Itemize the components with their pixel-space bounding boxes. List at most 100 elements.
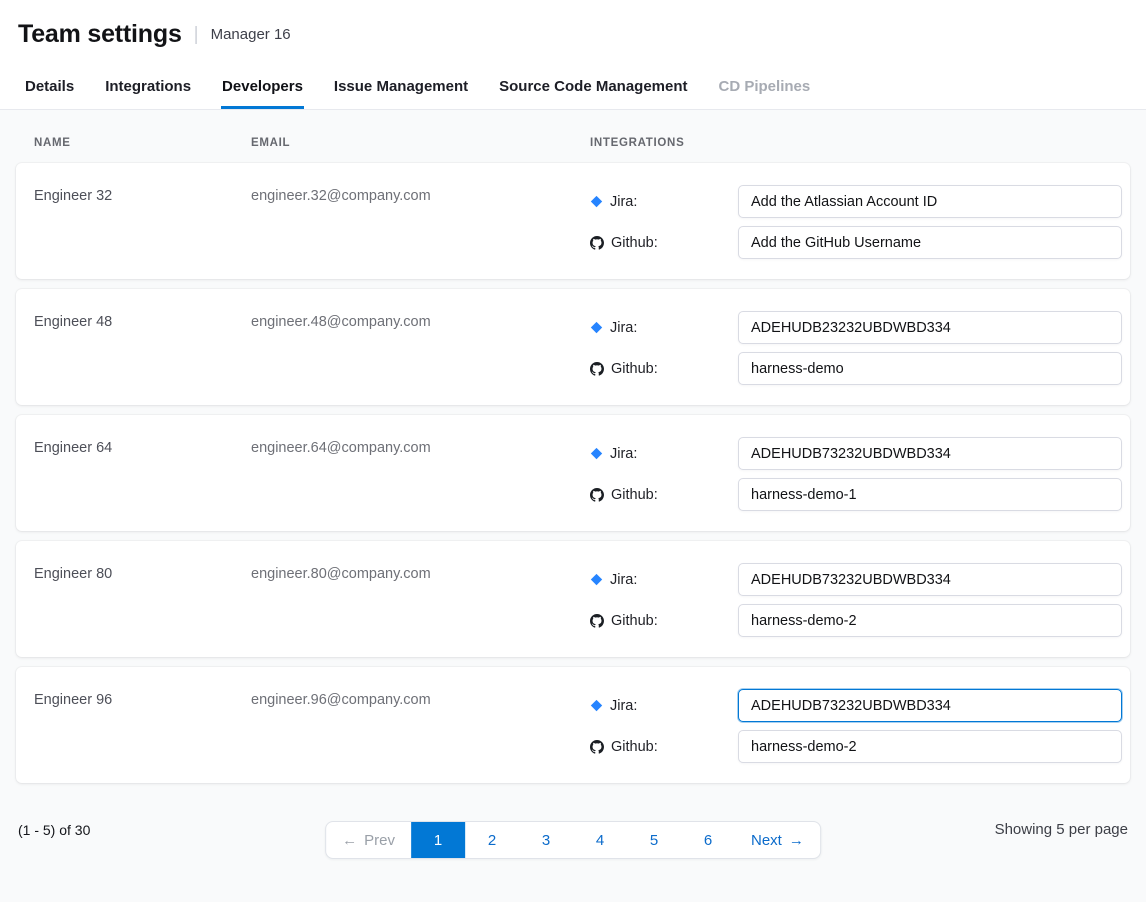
developer-name: Engineer 32	[16, 185, 251, 204]
jira-label: Jira:	[590, 446, 738, 462]
github-integration-row: Github:	[590, 478, 1130, 511]
github-username-input[interactable]	[738, 604, 1122, 637]
tab-cd-pipelines: CD Pipelines	[718, 64, 812, 109]
github-integration-row: Github:	[590, 730, 1130, 763]
tab-bar: Details Integrations Developers Issue Ma…	[0, 64, 1146, 110]
per-page-text: Showing 5 per page	[995, 821, 1128, 838]
page-header: Team settings | Manager 16	[0, 0, 1146, 64]
jira-account-input[interactable]	[738, 563, 1122, 596]
jira-label: Jira:	[590, 194, 738, 210]
jira-account-input[interactable]	[738, 311, 1122, 344]
developer-name: Engineer 96	[16, 689, 251, 708]
jira-label-text: Jira:	[610, 572, 637, 588]
github-label-text: Github:	[611, 361, 658, 377]
pagination-bar: (1 - 5) of 30 ← Prev 1 2 3 4 5 6 Next → …	[0, 793, 1146, 838]
table-row: Engineer 48 engineer.48@company.com Jira…	[16, 289, 1130, 405]
github-icon	[590, 614, 604, 628]
github-label-text: Github:	[611, 739, 658, 755]
jira-icon	[590, 573, 603, 586]
developer-email: engineer.48@company.com	[251, 311, 574, 330]
integrations-cell: Jira: Github:	[574, 185, 1130, 259]
tab-developers[interactable]: Developers	[221, 64, 304, 109]
page-button-4[interactable]: 4	[573, 822, 627, 858]
integrations-cell: Jira: Github:	[574, 437, 1130, 511]
github-integration-row: Github:	[590, 352, 1130, 385]
tab-integrations[interactable]: Integrations	[104, 64, 192, 109]
tab-details[interactable]: Details	[24, 64, 75, 109]
jira-account-input[interactable]	[738, 437, 1122, 470]
team-name: Manager 16	[211, 26, 291, 43]
jira-integration-row: Jira:	[590, 689, 1130, 722]
page-title: Team settings	[18, 20, 182, 49]
page-button-5[interactable]: 5	[627, 822, 681, 858]
github-integration-row: Github:	[590, 226, 1130, 259]
developers-table: NAME EMAIL INTEGRATIONS Engineer 32 engi…	[0, 110, 1146, 783]
jira-icon	[590, 699, 603, 712]
github-label-text: Github:	[611, 487, 658, 503]
column-header-name: NAME	[16, 137, 251, 149]
developer-name: Engineer 48	[16, 311, 251, 330]
jira-icon	[590, 195, 603, 208]
github-username-input[interactable]	[738, 730, 1122, 763]
table-row: Engineer 64 engineer.64@company.com Jira…	[16, 415, 1130, 531]
prev-button[interactable]: ← Prev	[326, 822, 411, 858]
github-icon	[590, 740, 604, 754]
pagination-range: (1 - 5) of 30	[18, 822, 90, 838]
github-username-input[interactable]	[738, 352, 1122, 385]
github-label-text: Github:	[611, 235, 658, 251]
github-label-text: Github:	[611, 613, 658, 629]
developer-name: Engineer 80	[16, 563, 251, 582]
github-integration-row: Github:	[590, 604, 1130, 637]
jira-label: Jira:	[590, 572, 738, 588]
jira-integration-row: Jira:	[590, 185, 1130, 218]
tab-issue-management[interactable]: Issue Management	[333, 64, 469, 109]
title-divider: |	[194, 24, 199, 46]
integrations-cell: Jira: Github:	[574, 689, 1130, 763]
page-button-3[interactable]: 3	[519, 822, 573, 858]
jira-icon	[590, 321, 603, 334]
integrations-cell: Jira: Github:	[574, 311, 1130, 385]
jira-integration-row: Jira:	[590, 311, 1130, 344]
jira-integration-row: Jira:	[590, 437, 1130, 470]
page-button-6[interactable]: 6	[681, 822, 735, 858]
github-label: Github:	[590, 487, 738, 503]
table-row: Engineer 32 engineer.32@company.com Jira…	[16, 163, 1130, 279]
developer-email: engineer.32@company.com	[251, 185, 574, 204]
left-arrow-icon: ←	[342, 833, 357, 848]
table-header-row: NAME EMAIL INTEGRATIONS	[16, 110, 1130, 163]
github-username-input[interactable]	[738, 226, 1122, 259]
jira-label-text: Jira:	[610, 698, 637, 714]
jira-icon	[590, 447, 603, 460]
jira-label-text: Jira:	[610, 194, 637, 210]
github-username-input[interactable]	[738, 478, 1122, 511]
page-button-1[interactable]: 1	[411, 822, 465, 858]
tab-source-code-management[interactable]: Source Code Management	[498, 64, 688, 109]
github-label: Github:	[590, 361, 738, 377]
github-label: Github:	[590, 739, 738, 755]
jira-integration-row: Jira:	[590, 563, 1130, 596]
jira-label: Jira:	[590, 698, 738, 714]
developer-email: engineer.64@company.com	[251, 437, 574, 456]
integrations-cell: Jira: Github:	[574, 563, 1130, 637]
column-header-email: EMAIL	[251, 137, 574, 149]
jira-account-input[interactable]	[738, 185, 1122, 218]
jira-account-input[interactable]	[738, 689, 1122, 722]
pagination-controls: ← Prev 1 2 3 4 5 6 Next →	[325, 821, 821, 859]
right-arrow-icon: →	[789, 833, 804, 848]
github-icon	[590, 488, 604, 502]
github-icon	[590, 236, 604, 250]
page-button-2[interactable]: 2	[465, 822, 519, 858]
prev-label: Prev	[364, 832, 395, 849]
developer-email: engineer.80@company.com	[251, 563, 574, 582]
jira-label-text: Jira:	[610, 320, 637, 336]
table-row: Engineer 80 engineer.80@company.com Jira…	[16, 541, 1130, 657]
developer-email: engineer.96@company.com	[251, 689, 574, 708]
next-label: Next	[751, 832, 782, 849]
jira-label: Jira:	[590, 320, 738, 336]
table-row: Engineer 96 engineer.96@company.com Jira…	[16, 667, 1130, 783]
team-settings-page: Team settings | Manager 16 Details Integ…	[0, 0, 1146, 838]
developer-name: Engineer 64	[16, 437, 251, 456]
next-button[interactable]: Next →	[735, 822, 820, 858]
github-icon	[590, 362, 604, 376]
column-header-integrations: INTEGRATIONS	[574, 137, 1130, 149]
